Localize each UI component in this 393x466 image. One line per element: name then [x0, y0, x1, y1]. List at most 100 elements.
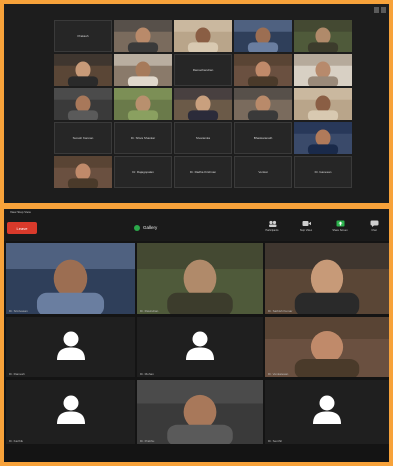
participant-name: Dr. Radha Krishnan	[189, 170, 217, 174]
gallery-tile[interactable]: Ramachandran	[174, 54, 232, 86]
participant-video	[294, 54, 352, 86]
participant-name: Dr. Senthil	[268, 439, 282, 443]
participant-name: Dr. Prabhu	[140, 439, 155, 443]
participants-icon	[268, 220, 276, 227]
gallery-tile[interactable]: Dr. Radha Krishnan	[174, 156, 232, 188]
participant-tile[interactable]: Dr. Venkatesan	[265, 317, 389, 377]
participant-name: Dr. Ganesan	[314, 170, 332, 174]
participant-name: Dr. Srinivasan	[9, 309, 28, 313]
participant-name: Venkat	[258, 170, 268, 174]
toolbar-button-share[interactable]: Share Screen	[327, 220, 353, 238]
participant-name: Bhaskaranath	[253, 136, 273, 140]
participant-video	[174, 20, 232, 52]
gallery-screenshot-top: Prakash Ramachandran Suresh Kannan Dr. S…	[4, 4, 389, 203]
gallery-tile[interactable]	[54, 88, 112, 120]
participant-video	[294, 20, 352, 52]
participant-video	[54, 54, 112, 86]
participant-video	[265, 317, 389, 377]
gallery-tile[interactable]	[54, 156, 112, 188]
gallery-tile[interactable]	[114, 54, 172, 86]
participant-video	[54, 88, 112, 120]
gallery-tile[interactable]	[294, 122, 352, 154]
gallery-tile[interactable]	[174, 88, 232, 120]
participant-tile[interactable]: Dr. Ramesh	[6, 317, 135, 377]
gallery-tile[interactable]	[234, 88, 292, 120]
participant-name: Dr. Karthik	[9, 439, 24, 443]
shield-icon	[134, 224, 140, 231]
gallery-tile[interactable]	[54, 54, 112, 86]
participant-name: Sivaramka	[195, 136, 211, 140]
gallery-tile[interactable]: Dr. Ganesan	[294, 156, 352, 188]
gallery-tile[interactable]: Venkat	[234, 156, 292, 188]
participant-video	[114, 54, 172, 86]
toolbar-button-video[interactable]: Stop Video	[293, 220, 319, 238]
gallery-tile[interactable]	[294, 20, 352, 52]
participant-video	[294, 122, 352, 154]
participant-name: Dr. Rajagopalan	[132, 170, 154, 174]
view-mode-button[interactable]: Gallery	[134, 223, 157, 232]
toolbar-actions: Participants Stop Video Share Screen Cha…	[259, 220, 387, 238]
view-toggle-icon[interactable]	[374, 7, 386, 13]
gallery-tile[interactable]: Dr. Rajagopalan	[114, 156, 172, 188]
gallery-tile[interactable]: Prakash	[54, 20, 112, 52]
gallery-tile[interactable]	[114, 88, 172, 120]
gallery-tile[interactable]: Bhaskaranath	[234, 122, 292, 154]
view-mode-label: Gallery	[143, 225, 158, 230]
participant-video	[234, 54, 292, 86]
leave-button[interactable]: Leave	[7, 222, 37, 234]
participant-video	[114, 88, 172, 120]
toolbar-button-chat[interactable]: Chat	[361, 220, 387, 238]
participant-tile[interactable]: Dr. Sathish Kumar	[265, 243, 389, 314]
participant-name: Dr. Venkatesan	[268, 372, 289, 376]
participant-tile[interactable]: Dr. Prabhu	[137, 380, 263, 444]
gallery-tile[interactable]	[114, 20, 172, 52]
participant-tile[interactable]: Dr. Mohan	[137, 317, 263, 377]
gallery-tile[interactable]: Dr. Shiva Shankar	[114, 122, 172, 154]
participant-video	[265, 243, 389, 314]
participant-tile[interactable]: Dr. Ravindran	[137, 243, 263, 314]
toolbar-button-label: Stop Video	[299, 229, 313, 232]
participant-gallery-grid: Prakash Ramachandran Suresh Kannan Dr. S…	[54, 20, 352, 188]
status-text: View Stop View	[10, 210, 31, 214]
avatar-placeholder-icon	[56, 395, 85, 425]
gallery-tile[interactable]: Sivaramka	[174, 122, 232, 154]
participant-name: Dr. Ramesh	[9, 372, 25, 376]
participant-video	[114, 20, 172, 52]
avatar-placeholder-icon	[313, 395, 341, 425]
gallery-tile[interactable]	[174, 20, 232, 52]
gallery-tile[interactable]	[234, 54, 292, 86]
participant-tile[interactable]: Dr. Senthil	[265, 380, 389, 444]
participant-name: Dr. Shiva Shankar	[130, 136, 156, 140]
participant-video	[294, 88, 352, 120]
participant-name: Dr. Sathish Kumar	[268, 309, 293, 313]
meeting-toolbar: View Stop View Leave Gallery Participant…	[4, 209, 389, 241]
toolbar-button-label: Participants	[265, 229, 279, 232]
toolbar-button-label: Chat	[371, 229, 377, 232]
participant-name: Suresh Kannan	[72, 136, 94, 140]
gallery-tile[interactable]: Suresh Kannan	[54, 122, 112, 154]
participant-name: Ramachandran	[192, 68, 214, 72]
gallery-tile[interactable]	[294, 54, 352, 86]
share-icon	[336, 220, 344, 227]
toolbar-button-participants[interactable]: Participants	[259, 220, 285, 238]
chat-icon	[370, 220, 378, 227]
avatar-placeholder-icon	[186, 331, 214, 360]
gallery-tile[interactable]	[294, 88, 352, 120]
participant-name: Prakash	[77, 34, 89, 38]
participant-video	[54, 156, 112, 188]
participant-video	[234, 88, 292, 120]
participant-video	[234, 20, 292, 52]
participant-video-grid: Dr. Srinivasan Dr. Ravindran Dr. Sathish…	[6, 243, 389, 444]
participant-video	[137, 243, 263, 314]
participant-name: Dr. Ravindran	[140, 309, 159, 313]
participant-tile[interactable]: Dr. Srinivasan	[6, 243, 135, 314]
meeting-screenshot-bottom: View Stop View Leave Gallery Participant…	[4, 209, 389, 462]
toolbar-button-label: Share Screen	[332, 229, 348, 232]
avatar-placeholder-icon	[56, 331, 85, 360]
participant-name: Dr. Mohan	[140, 372, 154, 376]
video-icon	[302, 221, 311, 226]
gallery-tile[interactable]	[234, 20, 292, 52]
participant-video	[174, 88, 232, 120]
participant-tile[interactable]: Dr. Karthik	[6, 380, 135, 444]
participant-video	[137, 380, 263, 444]
